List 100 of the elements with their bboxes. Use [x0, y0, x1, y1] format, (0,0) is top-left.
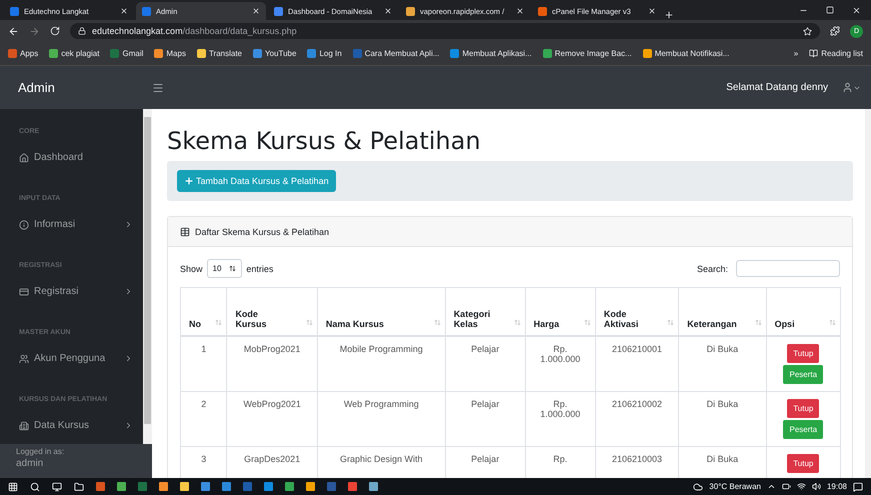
sidebar-item-icon — [19, 220, 29, 230]
bookmark-item[interactable]: Apps — [8, 49, 38, 58]
entries-select[interactable]: 10 — [206, 259, 242, 278]
address-bar[interactable]: edutechnolangkat.com/dashboard/data_kursus.php — [70, 23, 820, 39]
bookmark-item[interactable]: Membuat Notifikasi... — [642, 49, 730, 58]
close-course-button[interactable]: Tutup — [787, 454, 820, 473]
sidebar-item[interactable]: Informasi — [19, 206, 143, 243]
sidebar-item-icon — [19, 354, 29, 364]
favicon-icon — [142, 6, 151, 16]
star-icon[interactable] — [803, 26, 812, 36]
forward-icon[interactable] — [29, 26, 40, 36]
sort-icon — [584, 319, 591, 326]
maximize-icon[interactable] — [826, 6, 834, 14]
table-cell: Rp. 1.000.000 — [525, 392, 596, 446]
sort-icon — [667, 319, 674, 326]
sidebar-item-icon — [19, 286, 29, 296]
sidebar-item[interactable]: Registrasi — [19, 273, 143, 310]
bookmark-item[interactable]: Gmail — [110, 49, 144, 58]
table-cell: 1 — [180, 336, 227, 392]
volume-icon[interactable] — [812, 482, 821, 491]
bookmark-item[interactable]: Membuat Aplikasi... — [450, 49, 532, 58]
table-cell: WebProg2021 — [226, 392, 318, 446]
close-icon[interactable] — [852, 6, 861, 14]
sort-icon — [215, 319, 222, 326]
close-icon[interactable] — [384, 7, 392, 15]
chevron-icon — [124, 220, 133, 229]
scrollbar[interactable] — [143, 109, 152, 444]
table-icon — [180, 226, 190, 236]
back-icon[interactable] — [8, 26, 19, 36]
close-icon[interactable] — [516, 7, 524, 15]
logged-in-label: Logged in as: — [16, 447, 66, 456]
column-header[interactable]: Opsi — [766, 288, 840, 336]
notification-icon[interactable] — [853, 482, 863, 492]
column-header[interactable]: Harga — [525, 288, 596, 336]
table-cell: Di Buka — [678, 336, 766, 392]
search-label: Search: — [696, 264, 728, 274]
sort-icon — [754, 319, 762, 326]
weather-text: 30°C Berawan — [709, 482, 761, 491]
column-header[interactable]: No — [180, 288, 227, 336]
bookmark-item[interactable]: Cara Membuat Apli... — [352, 49, 440, 58]
bookmark-item[interactable]: cek plagiat — [49, 49, 100, 58]
close-icon[interactable] — [120, 7, 128, 15]
bookmark-item[interactable]: Remove Image Bac... — [542, 49, 632, 58]
sidebar-item[interactable]: Dashboard — [19, 139, 143, 176]
chevron-icon — [124, 421, 133, 430]
column-header[interactable]: Nama Kursus — [317, 288, 446, 336]
column-header[interactable]: Kode Kursus — [226, 288, 318, 336]
bookmarks-overflow[interactable]: » — [794, 49, 798, 58]
close-icon[interactable] — [648, 7, 656, 15]
table-cell: Pelajar — [445, 336, 526, 392]
column-header[interactable]: Kategori Kelas — [445, 288, 526, 336]
search-field[interactable] — [736, 260, 840, 277]
table-cell: 2106210002 — [595, 392, 679, 446]
sidebar-item-icon — [19, 420, 29, 430]
bookmark-item[interactable]: Translate — [196, 49, 242, 58]
clock-text: 19:08 — [826, 482, 847, 491]
chevron-icon — [124, 287, 133, 296]
greeting-text: Selamat Datang denny — [726, 82, 828, 93]
scrollbar[interactable] — [865, 109, 871, 478]
search-icon[interactable] — [30, 482, 40, 492]
chevron-icon — [124, 354, 133, 363]
user-icon[interactable] — [842, 82, 853, 93]
table-cell: 2 — [180, 392, 227, 446]
close-course-button[interactable]: Tutup — [787, 399, 820, 418]
brand-title[interactable]: Admin — [18, 80, 152, 95]
column-header[interactable]: Kode Aktivasi — [595, 288, 679, 336]
tray-chevron-icon[interactable] — [766, 482, 776, 491]
reload-icon[interactable] — [50, 26, 60, 36]
sidebar-item[interactable]: Akun Pengguna — [19, 340, 143, 377]
entries-label: entries — [246, 264, 274, 274]
lock-icon — [78, 27, 86, 35]
username-text: admin — [16, 458, 44, 469]
card-title: Daftar Skema Kursus & Pelatihan — [195, 226, 330, 236]
bookmark-item[interactable]: Maps — [154, 49, 186, 58]
table-cell: 2106210001 — [595, 336, 679, 392]
table-cell: Mobile Programming — [317, 336, 446, 392]
folder-icon[interactable] — [74, 482, 84, 492]
weather-icon — [693, 482, 704, 492]
extensions-icon[interactable] — [830, 26, 840, 36]
battery-icon[interactable] — [782, 482, 791, 491]
sort-icon — [434, 319, 441, 326]
reading-list-button[interactable]: Reading list — [809, 49, 863, 58]
close-course-button[interactable]: Tutup — [787, 344, 820, 363]
bookmark-item[interactable]: Log In — [307, 49, 342, 58]
new-tab-icon[interactable] — [664, 10, 674, 20]
menu-icon[interactable] — [152, 82, 164, 94]
column-header[interactable]: Keterangan — [678, 288, 766, 336]
favicon-icon — [274, 6, 283, 16]
wifi-icon[interactable] — [796, 482, 806, 491]
page-title: Skema Kursus & Pelatihan — [167, 127, 482, 155]
sort-icon — [514, 319, 521, 326]
table-cell: Di Buka — [678, 392, 766, 446]
sidebar-item[interactable]: Data Kursus — [19, 407, 143, 444]
sort-icon — [829, 319, 836, 326]
close-icon[interactable] — [252, 7, 260, 15]
sort-icon — [306, 319, 313, 326]
sidebar-item-icon — [19, 152, 29, 162]
bookmark-item[interactable]: YouTube — [253, 49, 296, 58]
table-cell: Rp. 1.000.000 — [525, 336, 596, 392]
select-arrows-icon — [229, 265, 236, 272]
